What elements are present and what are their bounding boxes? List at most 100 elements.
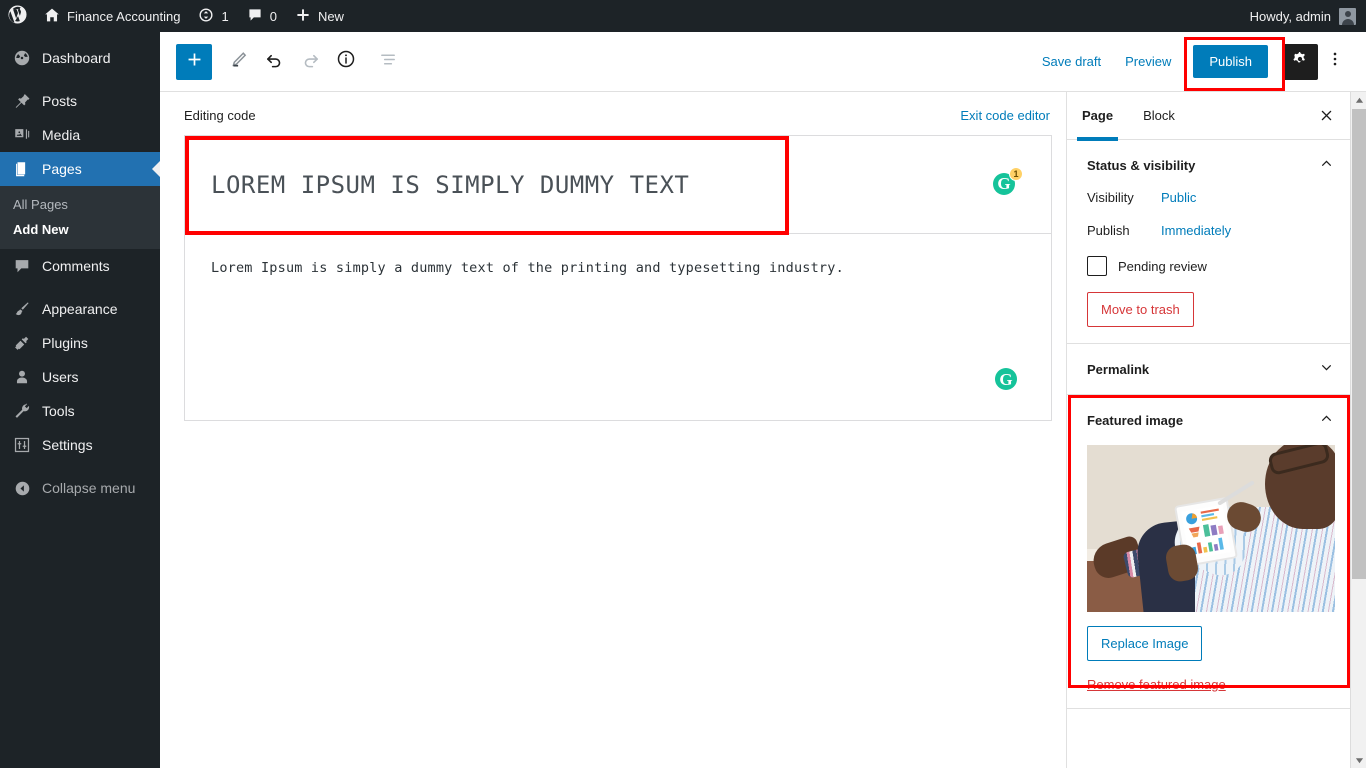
chevron-up-icon [1319, 156, 1334, 174]
visibility-value-button[interactable]: Public [1161, 190, 1196, 205]
wordpress-logo-button[interactable] [0, 0, 35, 32]
sidebar-item-label: Settings [42, 437, 93, 453]
updates-icon [198, 7, 214, 26]
submenu-label: All Pages [13, 197, 68, 212]
add-block-button[interactable] [176, 43, 212, 80]
tools-edit-button[interactable] [220, 44, 256, 80]
sidebar-item-label: Users [42, 369, 79, 385]
more-options-button[interactable] [1318, 44, 1352, 80]
publish-value-button[interactable]: Immediately [1161, 223, 1231, 238]
wordpress-logo-icon [8, 5, 27, 27]
editor-toolbar-right: Save draft Preview Publish [1030, 35, 1366, 91]
editing-mode-label: Editing code [184, 108, 256, 123]
sidebar-item-label: Appearance [42, 301, 118, 317]
sidebar-item-users[interactable]: Users [0, 360, 160, 394]
pending-review-row[interactable]: Pending review [1087, 256, 1330, 276]
page-scrollbar[interactable] [1350, 92, 1366, 768]
plug-icon [11, 333, 33, 353]
collapse-menu-label: Collapse menu [42, 480, 136, 496]
status-panel-body: Visibility Public Publish Immediately Pe… [1067, 190, 1350, 343]
comments-count: 0 [269, 8, 277, 24]
settings-toggle-button[interactable] [1282, 43, 1318, 80]
post-body-input[interactable]: Lorem Ipsum is simply a dummy text of th… [185, 234, 1051, 276]
status-visibility-panel: Status & visibility Visibility Public Pu… [1067, 140, 1350, 344]
sidebar-item-dashboard[interactable]: Dashboard [0, 41, 160, 75]
post-body-row: Lorem Ipsum is simply a dummy text of th… [185, 234, 1051, 420]
grammarly-letter: G [995, 368, 1017, 390]
featured-panel-header[interactable]: Featured image [1067, 395, 1350, 445]
sidebar-item-media[interactable]: Media [0, 118, 160, 152]
collapse-menu-button[interactable]: Collapse menu [0, 471, 160, 505]
submenu-item-all-pages[interactable]: All Pages [0, 192, 160, 217]
howdy-label: Howdy, admin [1249, 8, 1331, 24]
publish-date-row: Publish Immediately [1087, 223, 1330, 238]
post-title-input[interactable]: LOREM IPSUM IS SIMPLY DUMMY TEXT [185, 171, 689, 199]
chevron-up-icon [1319, 411, 1334, 429]
user-icon [11, 367, 33, 387]
submenu-label: Add New [13, 222, 69, 237]
sidebar-item-settings[interactable]: Settings [0, 428, 160, 462]
move-to-trash-button[interactable]: Move to trash [1087, 292, 1194, 327]
sidebar-item-tools[interactable]: Tools [0, 394, 160, 428]
scrollbar-thumb[interactable] [1352, 109, 1366, 579]
redo-button[interactable] [292, 44, 328, 80]
vertical-ellipsis-icon [1326, 50, 1344, 73]
inspector-tabs: Page Block [1067, 92, 1350, 141]
sidebar-item-appearance[interactable]: Appearance [0, 292, 160, 326]
close-inspector-button[interactable] [1306, 96, 1346, 136]
pencil-icon [229, 50, 248, 74]
brush-icon [11, 299, 33, 319]
grammarly-icon[interactable]: G 1 [993, 166, 1023, 197]
info-circle-icon [336, 49, 356, 74]
comments-menu[interactable]: 0 [238, 0, 286, 32]
menu-spacer-1 [0, 75, 160, 84]
sidebar-item-label: Media [42, 127, 81, 143]
tab-block[interactable]: Block [1128, 92, 1190, 140]
sidebar-item-label: Plugins [42, 335, 88, 351]
exit-code-editor-link[interactable]: Exit code editor [960, 108, 1050, 123]
wrench-icon [11, 401, 33, 421]
visibility-label: Visibility [1087, 190, 1134, 205]
featured-image-thumbnail[interactable] [1087, 445, 1335, 612]
chevron-down-icon [1319, 360, 1334, 378]
scroll-up-arrow-icon[interactable] [1351, 92, 1366, 108]
publish-button[interactable]: Publish [1193, 45, 1268, 78]
sidebar-item-label: Tools [42, 403, 75, 419]
user-avatar-icon [1339, 7, 1356, 25]
new-content-menu[interactable]: New [286, 0, 353, 32]
permalink-panel: Permalink [1067, 344, 1350, 395]
menu-spacer-top [0, 32, 160, 41]
scroll-down-arrow-icon[interactable] [1351, 752, 1366, 768]
home-icon [44, 7, 60, 26]
grammarly-badge-count: 1 [1009, 166, 1023, 181]
submenu-item-add-new[interactable]: Add New [0, 217, 160, 242]
permalink-panel-header[interactable]: Permalink [1067, 344, 1350, 394]
comment-bubble-icon [247, 7, 263, 26]
pending-review-checkbox[interactable] [1087, 256, 1107, 276]
sidebar-item-pages[interactable]: Pages [0, 152, 160, 186]
sidebar-item-label: Dashboard [42, 50, 111, 66]
preview-button[interactable]: Preview [1113, 48, 1183, 75]
publish-label: Publish [1087, 223, 1130, 238]
updates-menu[interactable]: 1 [189, 0, 237, 32]
menu-spacer-3 [0, 462, 160, 471]
details-info-button[interactable] [328, 44, 364, 80]
sidebar-item-plugins[interactable]: Plugins [0, 326, 160, 360]
status-panel-header[interactable]: Status & visibility [1067, 140, 1350, 190]
save-draft-button[interactable]: Save draft [1030, 48, 1113, 75]
site-name-menu[interactable]: Finance Accounting [35, 0, 189, 32]
collapse-arrow-icon [11, 478, 33, 498]
account-menu[interactable]: Howdy, admin [1249, 7, 1366, 25]
tab-page[interactable]: Page [1067, 92, 1128, 141]
sidebar-item-comments[interactable]: Comments [0, 249, 160, 283]
gear-icon [1291, 50, 1309, 73]
list-view-icon [379, 50, 398, 74]
list-view-button[interactable] [370, 44, 406, 80]
remove-featured-image-link[interactable]: Remove featured image [1087, 677, 1330, 692]
publish-button-wrapper: Publish [1183, 35, 1286, 91]
grammarly-icon-body[interactable]: G [995, 368, 1017, 390]
undo-button[interactable] [256, 44, 292, 80]
sidebar-item-label: Comments [42, 258, 110, 274]
sidebar-item-posts[interactable]: Posts [0, 84, 160, 118]
replace-image-button[interactable]: Replace Image [1087, 626, 1203, 661]
